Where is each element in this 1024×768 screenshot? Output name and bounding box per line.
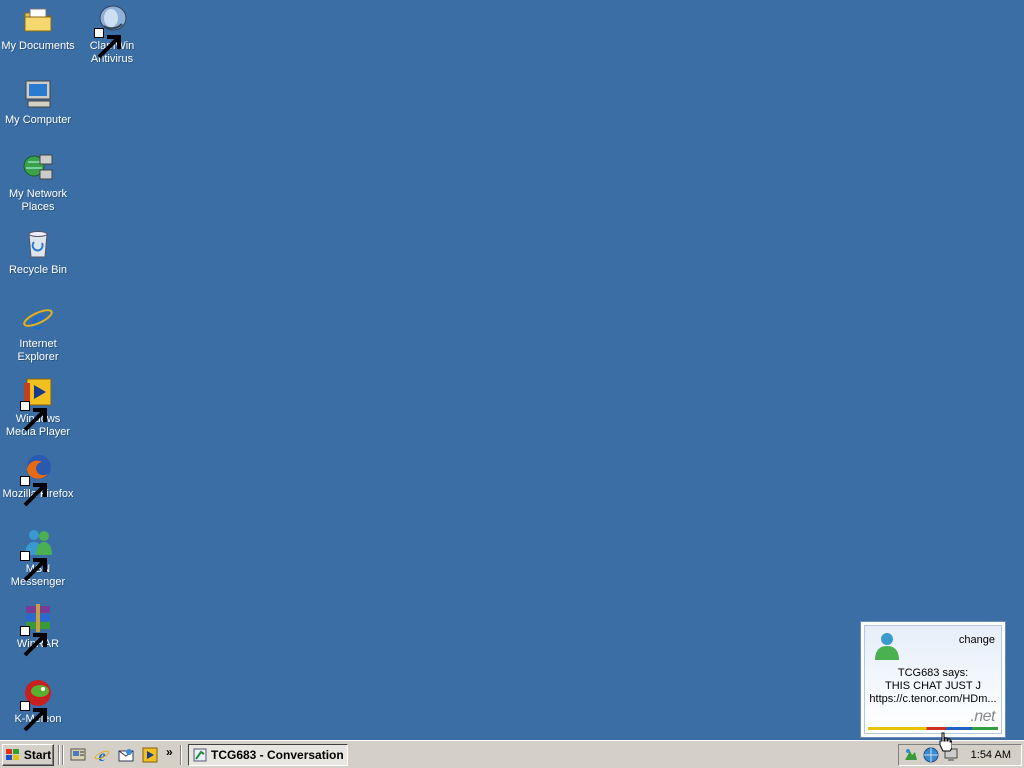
desktop-icon-internet-explorer[interactable]: e Internet Explorer <box>0 302 76 364</box>
shortcut-arrow-icon <box>20 401 47 432</box>
internet-explorer-icon: e <box>22 302 54 334</box>
clamwin-icon <box>94 4 128 59</box>
internet-explorer-quicklaunch-icon[interactable]: e <box>94 747 110 763</box>
desktop-icon-label: My Documents <box>1 40 75 52</box>
start-button[interactable]: Start <box>2 744 54 766</box>
notification-sender: TCG683 says: <box>897 667 969 679</box>
msn-tray-icon[interactable] <box>903 747 919 763</box>
desktop-icon-my-network-places[interactable]: My Network Places <box>0 152 76 214</box>
clock[interactable]: 1:54 AM <box>971 749 1011 761</box>
desktop-icon-k-meleon[interactable]: K-Meleon <box>0 677 76 732</box>
brand-color-bar <box>868 727 998 730</box>
desktop-icon-msn-messenger[interactable]: MSN Messenger <box>0 527 76 589</box>
desktop-icon-clamwin[interactable]: ClamWin Antivirus <box>74 4 150 66</box>
notification-link: https://c.tenor.com/HDm... <box>869 693 997 705</box>
svg-text:e: e <box>98 748 105 763</box>
desktop-icon-my-computer[interactable]: My Computer <box>0 78 76 127</box>
show-desktop-icon[interactable] <box>70 747 86 763</box>
shortcut-arrow-icon <box>20 626 47 657</box>
computer-icon <box>22 78 54 110</box>
recycle-bin-icon <box>22 228 54 260</box>
taskbar-separator <box>58 745 60 765</box>
system-tray: 1:54 AM <box>898 744 1022 766</box>
svg-text:e: e <box>31 303 44 334</box>
shortcut-arrow-icon <box>94 28 121 59</box>
msn-messenger-icon <box>20 527 54 582</box>
network-tray-icon[interactable] <box>923 747 939 763</box>
windows-flag-icon <box>5 749 19 760</box>
desktop-icon-label: Recycle Bin <box>8 264 68 276</box>
change-link[interactable]: change <box>959 634 995 646</box>
taskbar-button-conversation[interactable]: TCG683 - Conversation <box>188 744 348 766</box>
folder-documents-icon <box>22 4 54 36</box>
desktop-icon-winrar[interactable]: WinRAR <box>0 602 76 657</box>
desktop-icon-windows-media-player[interactable]: Windows Media Player <box>0 377 76 439</box>
desktop-icon-label: My Network Places <box>8 188 68 213</box>
buddy-avatar-icon <box>875 633 899 660</box>
k-meleon-icon <box>20 677 54 732</box>
outlook-express-icon[interactable] <box>118 747 134 763</box>
msn-brand-logo: .net <box>970 708 995 725</box>
shortcut-arrow-icon <box>20 551 47 582</box>
taskbar-button-label: TCG683 - Conversation <box>211 748 344 762</box>
taskbar-separator <box>62 745 64 765</box>
notification-text: THIS CHAT JUST J <box>885 680 981 692</box>
notification-message: TCG683 says: THIS CHAT JUST J https://c.… <box>865 667 1001 706</box>
desktop-icon-my-documents[interactable]: My Documents <box>0 4 76 53</box>
taskbar: Start e » TCG683 - Conversation 1:54 AM <box>0 740 1024 768</box>
msn-notification-popup[interactable]: change TCG683 says: THIS CHAT JUST J htt… <box>860 621 1006 738</box>
conversation-window-icon <box>193 748 207 762</box>
hand-cursor-icon <box>939 732 952 752</box>
shortcut-arrow-icon <box>20 476 47 507</box>
network-icon <box>22 152 54 184</box>
winrar-icon <box>20 602 54 657</box>
desktop-icon-recycle-bin[interactable]: Recycle Bin <box>0 228 76 277</box>
desktop-icon-mozilla-firefox[interactable]: Mozilla Firefox <box>0 452 76 507</box>
quicklaunch-more-chevron[interactable]: » <box>166 745 173 759</box>
media-player-quicklaunch-icon[interactable] <box>142 747 158 763</box>
desktop-icon-label: Internet Explorer <box>17 338 59 363</box>
firefox-icon <box>20 452 54 507</box>
media-player-icon <box>20 377 54 432</box>
start-label: Start <box>23 748 52 762</box>
taskbar-separator <box>180 745 182 765</box>
shortcut-arrow-icon <box>20 701 47 732</box>
desktop-icon-label: My Computer <box>4 114 72 126</box>
